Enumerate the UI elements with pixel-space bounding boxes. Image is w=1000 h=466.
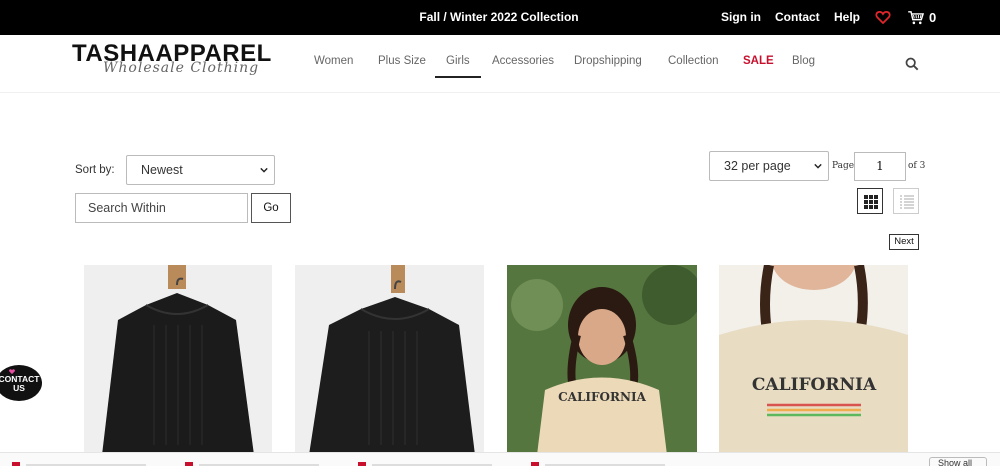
contact-us-label: CONTACT US: [0, 374, 40, 393]
download-item-icon: [531, 462, 665, 466]
girl-tee-closeup-image: CALIFORNIA: [719, 265, 908, 455]
sort-label: Sort by:: [75, 164, 115, 176]
go-button[interactable]: Go: [251, 193, 291, 223]
chevron-down-icon: [814, 163, 822, 169]
download-item-icon: [185, 462, 319, 466]
site-header: TASHAAPPAREL Wholesale Clothing Women Pl…: [0, 35, 1000, 93]
top-bar: Fall / Winter 2022 Collection Sign in Co…: [0, 0, 1000, 35]
bottom-item[interactable]: [531, 457, 681, 466]
sort-value: Newest: [141, 163, 183, 177]
bottom-item[interactable]: [358, 457, 508, 466]
chevron-down-icon: [260, 167, 268, 173]
nav-blog[interactable]: Blog: [792, 55, 815, 67]
nav-girls[interactable]: Girls: [446, 55, 470, 67]
next-page-button[interactable]: Next: [889, 234, 919, 250]
contact-link[interactable]: Contact: [775, 10, 820, 24]
svg-text:CALIFORNIA: CALIFORNIA: [558, 390, 646, 404]
product-image[interactable]: CALIFORNIA: [507, 265, 697, 455]
bottom-bar: Show all: [0, 452, 1000, 466]
per-page-select[interactable]: 32 per page: [709, 151, 829, 181]
bottom-item[interactable]: [185, 457, 335, 466]
blouse-image: [309, 265, 475, 455]
nav-sale[interactable]: SALE: [743, 55, 774, 67]
grid-icon: [864, 195, 878, 209]
list-icon: [900, 195, 914, 209]
per-page-value: 32 per page: [724, 159, 791, 173]
page-total: of 3: [908, 161, 926, 171]
heart-icon: [9, 369, 15, 375]
blouse-image: [102, 265, 254, 455]
page-number-input[interactable]: 1: [854, 152, 906, 181]
logo-tagline: Wholesale Clothing: [103, 60, 260, 76]
page-label: Page: [832, 161, 855, 171]
cart-icon[interactable]: [907, 9, 925, 26]
list-view-button[interactable]: [893, 188, 919, 214]
active-nav-indicator: [435, 76, 481, 78]
download-item-icon: [12, 462, 146, 466]
girl-tee-image: CALIFORNIA: [507, 265, 697, 455]
bottom-item[interactable]: [12, 457, 162, 466]
nav-plus-size[interactable]: Plus Size: [378, 55, 426, 67]
heart-icon[interactable]: [875, 9, 891, 25]
product-image[interactable]: [84, 265, 272, 455]
cart-count: 0: [929, 10, 937, 25]
search-within-input[interactable]: Search Within: [75, 193, 248, 223]
nav-accessories[interactable]: Accessories: [492, 55, 554, 67]
contact-us-badge[interactable]: CONTACT US: [0, 365, 42, 401]
nav-collection[interactable]: Collection: [668, 55, 719, 67]
show-all-button[interactable]: Show all: [929, 457, 987, 466]
search-icon[interactable]: [905, 57, 919, 71]
nav-women[interactable]: Women: [314, 55, 353, 67]
download-item-icon: [358, 462, 492, 466]
svg-text:CALIFORNIA: CALIFORNIA: [752, 375, 877, 395]
nav-dropshipping[interactable]: Dropshipping: [574, 55, 642, 67]
product-image[interactable]: [295, 265, 484, 455]
grid-view-button[interactable]: [857, 188, 883, 214]
help-link[interactable]: Help: [834, 10, 860, 24]
sign-in-link[interactable]: Sign in: [721, 10, 761, 24]
sort-select[interactable]: Newest: [126, 155, 275, 185]
product-image[interactable]: CALIFORNIA: [719, 265, 908, 455]
